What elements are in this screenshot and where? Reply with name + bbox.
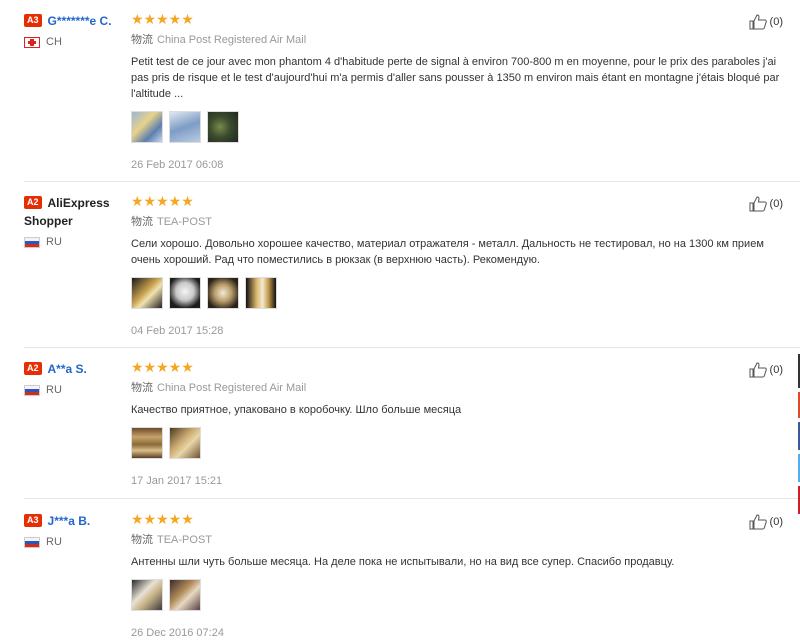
shipping-method: China Post Registered Air Mail — [157, 34, 307, 46]
photo-thumbnail[interactable] — [245, 277, 277, 309]
helpful-count: (0) — [769, 16, 783, 28]
review-content: ★★★★★ 物流 China Post Registered Air Mail К… — [131, 360, 791, 487]
review-content: ★★★★★ 物流 TEA-POST Антенны шли чуть больше… — [131, 512, 791, 639]
review-photos — [131, 579, 791, 611]
star-rating: ★★★★★ — [131, 11, 194, 27]
thumbs-up-icon — [749, 514, 767, 530]
photo-thumbnail[interactable] — [169, 579, 201, 611]
user-name[interactable]: A**a S. — [48, 362, 87, 376]
level-badge: A3 — [24, 14, 42, 27]
shipping-method: TEA-POST — [157, 534, 213, 546]
review-user: A2 AliExpress Shopper RU — [24, 194, 129, 248]
review-date: 04 Feb 2017 15:28 — [131, 325, 224, 337]
country-code: RU — [46, 236, 62, 248]
russia-flag-icon — [24, 536, 40, 548]
helpful-button[interactable]: (0) — [749, 14, 783, 30]
review-photos — [131, 427, 791, 459]
level-badge: A2 — [24, 362, 42, 375]
review-photos — [131, 111, 791, 143]
country-code: CH — [46, 36, 62, 48]
star-rating: ★★★★★ — [131, 193, 194, 209]
country-code: RU — [46, 384, 62, 396]
shipping-info: 物流 TEA-POST — [131, 531, 791, 547]
photo-thumbnail[interactable] — [207, 111, 239, 143]
russia-flag-icon — [24, 384, 40, 396]
swiss-flag-icon — [24, 36, 40, 48]
shipping-label: 物流 — [131, 382, 153, 394]
star-rating: ★★★★★ — [131, 359, 194, 375]
divider — [24, 347, 800, 348]
helpful-count: (0) — [769, 364, 783, 376]
russia-flag-icon — [24, 236, 40, 248]
level-badge: A2 — [24, 196, 42, 209]
review-user: A3 J***a B. RU — [24, 512, 129, 548]
shipping-info: 物流 China Post Registered Air Mail — [131, 31, 791, 47]
thumbs-up-icon — [749, 196, 767, 212]
shipping-label: 物流 — [131, 534, 153, 546]
thumbs-up-icon — [749, 14, 767, 30]
shipping-method: China Post Registered Air Mail — [157, 382, 307, 394]
review-text: Сели хорошо. Довольно хорошее качество, … — [131, 238, 764, 266]
star-rating: ★★★★★ — [131, 511, 194, 527]
review-user: A2 A**a S. RU — [24, 360, 129, 396]
helpful-count: (0) — [769, 516, 783, 528]
helpful-button[interactable]: (0) — [749, 362, 783, 378]
photo-thumbnail[interactable] — [131, 579, 163, 611]
user-name[interactable]: G*******e C. — [48, 14, 112, 28]
photo-thumbnail[interactable] — [169, 111, 201, 143]
helpful-count: (0) — [769, 198, 783, 210]
review-text: Антенны шли чуть больше месяца. На деле … — [131, 556, 675, 568]
divider — [24, 181, 800, 182]
country-code: RU — [46, 536, 62, 548]
user-country: CH — [24, 36, 129, 48]
review-text: Petit test de ce jour avec mon phantom 4… — [131, 56, 780, 100]
photo-thumbnail[interactable] — [131, 427, 163, 459]
photo-thumbnail[interactable] — [169, 427, 201, 459]
user-country: RU — [24, 536, 129, 548]
level-badge: A3 — [24, 514, 42, 527]
review-user: A3 G*******e C. CH — [24, 12, 129, 48]
user-country: RU — [24, 236, 129, 248]
review-date: 17 Jan 2017 15:21 — [131, 475, 223, 487]
review-content: ★★★★★ 物流 TEA-POST Сели хорошо. Довольно х… — [131, 194, 791, 337]
review-photos — [131, 277, 791, 309]
photo-thumbnail[interactable] — [207, 277, 239, 309]
review-date: 26 Feb 2017 06:08 — [131, 159, 224, 171]
photo-thumbnail[interactable] — [131, 277, 163, 309]
review-text: Качество приятное, упаковано в коробочку… — [131, 404, 462, 416]
helpful-button[interactable]: (0) — [749, 514, 783, 530]
shipping-label: 物流 — [131, 34, 153, 46]
shipping-label: 物流 — [131, 216, 153, 228]
divider — [24, 498, 800, 499]
helpful-button[interactable]: (0) — [749, 196, 783, 212]
thumbs-up-icon — [749, 362, 767, 378]
review-content: ★★★★★ 物流 China Post Registered Air Mail P… — [131, 12, 791, 171]
shipping-info: 物流 China Post Registered Air Mail — [131, 379, 791, 395]
photo-thumbnail[interactable] — [169, 277, 201, 309]
review-date: 26 Dec 2016 07:24 — [131, 627, 224, 639]
photo-thumbnail[interactable] — [131, 111, 163, 143]
user-name[interactable]: J***a B. — [48, 514, 91, 528]
shipping-method: TEA-POST — [157, 216, 213, 228]
shipping-info: 物流 TEA-POST — [131, 213, 791, 229]
user-country: RU — [24, 384, 129, 396]
